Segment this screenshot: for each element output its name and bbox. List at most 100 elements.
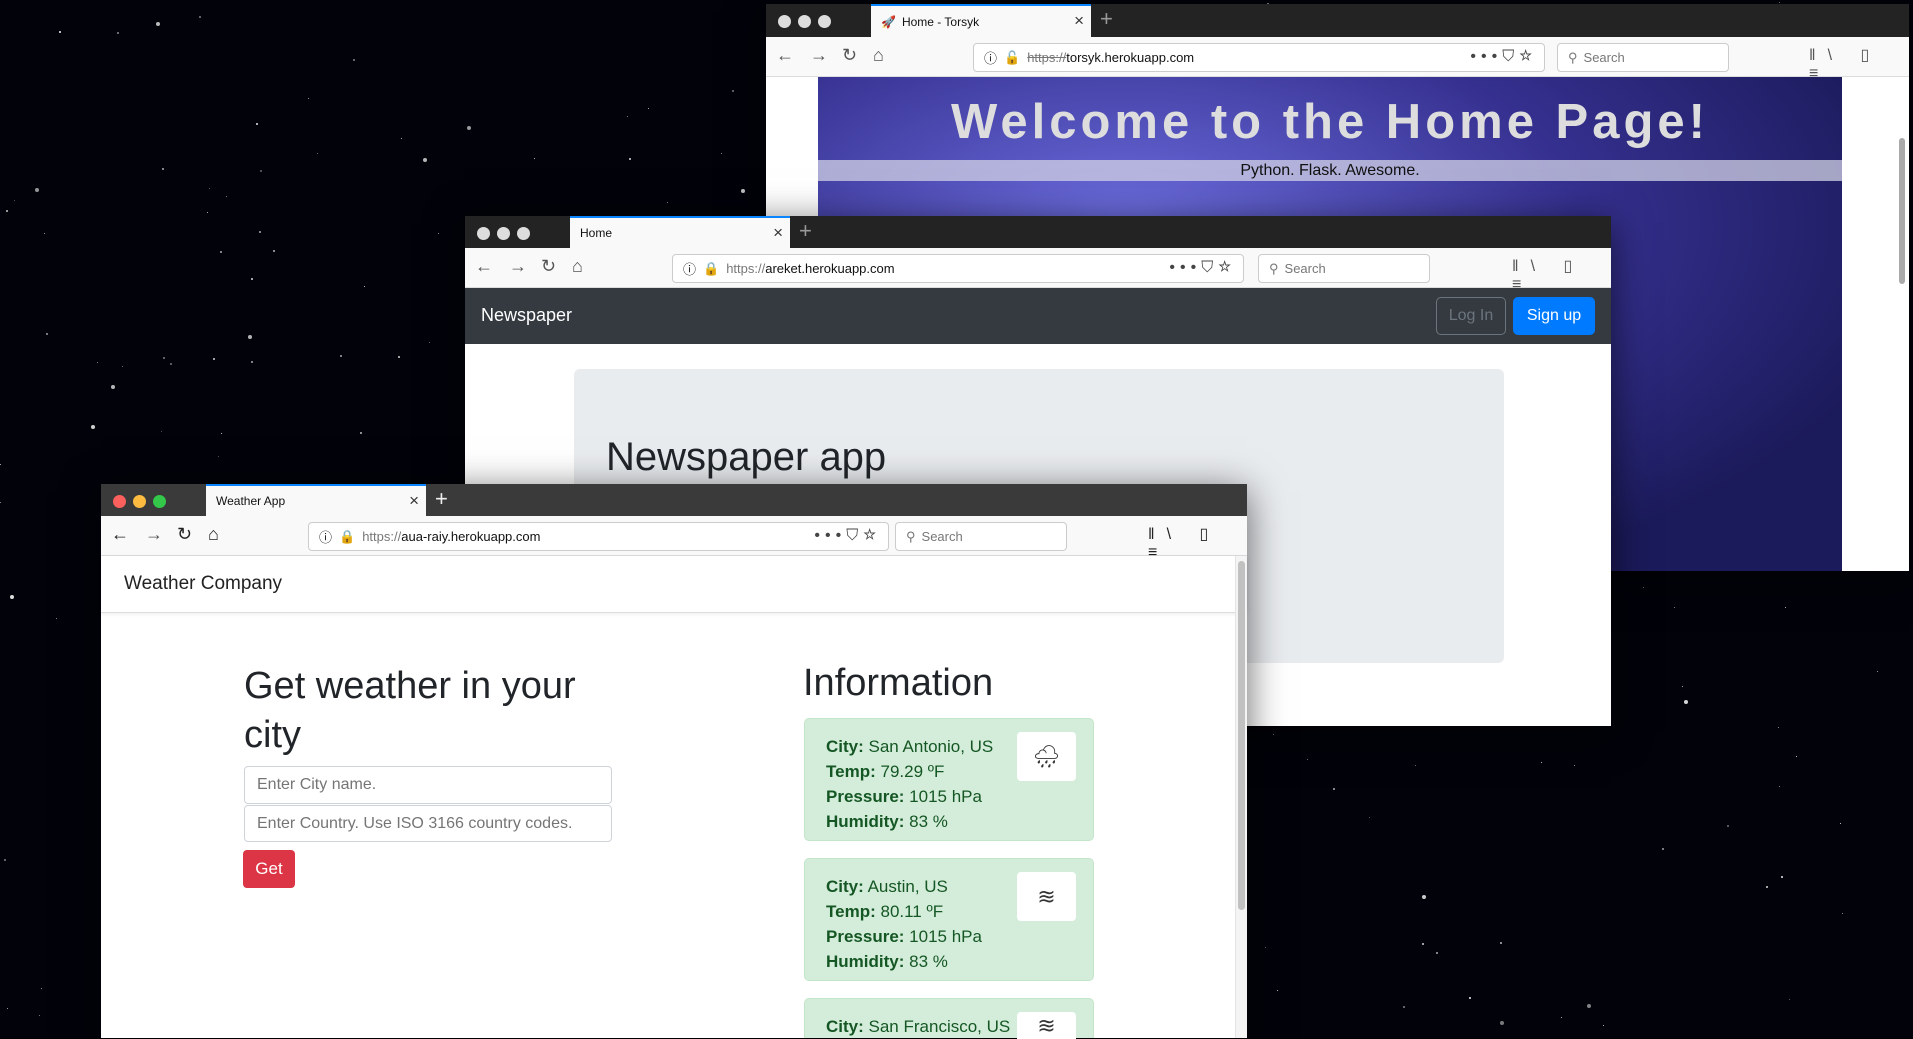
tab-home[interactable]: Home × [570, 216, 790, 248]
star [1468, 997, 1471, 1000]
close-tab-icon[interactable]: × [409, 491, 419, 511]
star [422, 157, 427, 162]
reload-button[interactable]: ↻ [541, 256, 556, 277]
tab-weather-app[interactable]: Weather App × [206, 484, 426, 516]
page-actions[interactable]: •••⛉☆ [1169, 259, 1236, 277]
search-placeholder: Search [921, 529, 963, 544]
temp-value: 80.11 ºF [880, 902, 944, 921]
window-controls[interactable] [778, 15, 831, 28]
forward-button[interactable]: → [145, 524, 163, 545]
scrollbar[interactable] [1899, 138, 1905, 284]
star [1662, 848, 1664, 851]
search-input[interactable]: ⚲ Search [1258, 254, 1430, 283]
star [221, 433, 223, 435]
star [360, 431, 363, 434]
star [467, 125, 472, 130]
search-input[interactable]: ⚲ Search [1557, 43, 1729, 72]
star [3, 859, 6, 862]
hero-subtitle: Python. Flask. Awesome. [818, 160, 1842, 181]
pressure-row: Pressure: 1015 hPa [826, 784, 1072, 809]
city-input[interactable] [244, 766, 612, 804]
country-input[interactable] [244, 805, 612, 842]
desktop: 🚀 Home - Torsyk × + ← → ↻ ⌂ ⓘ 🔓 https://tor… [0, 0, 1913, 1039]
close-tab-icon[interactable]: × [1074, 11, 1084, 31]
url-bar[interactable]: ⓘ 🔒 https://areket.herokuapp.com •••⛉☆ [672, 254, 1244, 283]
star [170, 363, 173, 366]
login-button[interactable]: Log In [1436, 297, 1506, 335]
star [1414, 765, 1416, 767]
star [39, 1014, 41, 1016]
secure-lock-icon: 🔒 [703, 260, 720, 276]
star [122, 366, 124, 368]
scrollbar[interactable] [1235, 556, 1247, 1038]
star [1842, 912, 1844, 914]
star [352, 59, 355, 62]
star [720, 153, 722, 155]
back-button[interactable]: ← [776, 45, 794, 66]
page-actions[interactable]: •••⛉☆ [1470, 48, 1537, 66]
tab-title: Weather App [216, 494, 286, 508]
star [162, 168, 164, 171]
star [44, 233, 46, 235]
forward-button[interactable]: → [810, 45, 828, 66]
forward-button[interactable]: → [509, 256, 527, 277]
rocket-icon: 🚀 [881, 14, 896, 29]
back-button[interactable]: ← [475, 256, 493, 277]
back-button[interactable]: ← [111, 524, 129, 545]
get-button[interactable]: Get [243, 850, 295, 888]
insecure-lock-icon: 🔓 [1004, 49, 1021, 65]
brand-link[interactable]: Newspaper [481, 305, 572, 326]
star [0, 464, 2, 466]
star [1573, 765, 1575, 767]
star [533, 157, 535, 159]
url-host: aua-raiy.herokuapp.com [401, 529, 541, 544]
search-icon: ⚲ [1568, 49, 1578, 65]
city-label: City: [826, 1017, 864, 1036]
pressure-value: 1015 hPa [909, 927, 982, 946]
navbar: Weather Company [101, 556, 1247, 613]
new-tab-button[interactable]: + [799, 218, 812, 244]
tab-home-torsyk[interactable]: 🚀 Home - Torsyk × [871, 4, 1091, 37]
city-value: Austin, US [867, 877, 948, 896]
star [247, 335, 252, 340]
star [34, 188, 39, 193]
reload-button[interactable]: ↻ [842, 45, 857, 66]
url-bar[interactable]: ⓘ 🔓 https://torsyk.herokuapp.com •••⛉☆ [973, 43, 1545, 72]
close-tab-icon[interactable]: × [773, 223, 783, 243]
new-tab-button[interactable]: + [435, 486, 448, 512]
new-tab-button[interactable]: + [1100, 6, 1113, 32]
home-button[interactable]: ⌂ [572, 256, 583, 277]
star [97, 362, 99, 364]
city-label: City: [826, 737, 864, 756]
toolbar: ← → ↻ ⌂ ⓘ 🔒 https://aua-raiy.herokuapp.co… [101, 516, 1247, 561]
star [1586, 1003, 1591, 1008]
star [1421, 894, 1426, 899]
temp-label: Temp: [826, 762, 876, 781]
pressure-row: Pressure: 1015 hPa [826, 924, 1072, 949]
home-button[interactable]: ⌂ [873, 45, 884, 66]
star [199, 16, 202, 19]
signup-button[interactable]: Sign up [1513, 297, 1595, 335]
home-button[interactable]: ⌂ [208, 524, 219, 545]
page-actions[interactable]: •••⛉☆ [814, 527, 881, 545]
window-controls[interactable] [477, 227, 530, 240]
star [1785, 607, 1787, 609]
star [1368, 817, 1370, 819]
star [1264, 946, 1266, 948]
temp-value: 79.29 ºF [880, 762, 945, 781]
star [1500, 1021, 1505, 1026]
search-input[interactable]: ⚲ Search [895, 522, 1067, 551]
url-bar[interactable]: ⓘ 🔒 https://aua-raiy.herokuapp.com •••⛉☆ [308, 522, 889, 551]
star [1683, 700, 1688, 705]
star [273, 250, 276, 253]
star [1777, 727, 1779, 729]
humidity-label: Humidity: [826, 952, 905, 971]
star [1726, 824, 1729, 827]
tab-bar: Weather App × + [101, 484, 1247, 516]
brand-link[interactable]: Weather Company [124, 573, 282, 595]
window-controls[interactable] [113, 495, 166, 508]
reload-button[interactable]: ↻ [177, 524, 192, 545]
star [307, 97, 309, 99]
url-host: torsyk.herokuapp.com [1066, 50, 1195, 65]
star [1436, 952, 1439, 955]
